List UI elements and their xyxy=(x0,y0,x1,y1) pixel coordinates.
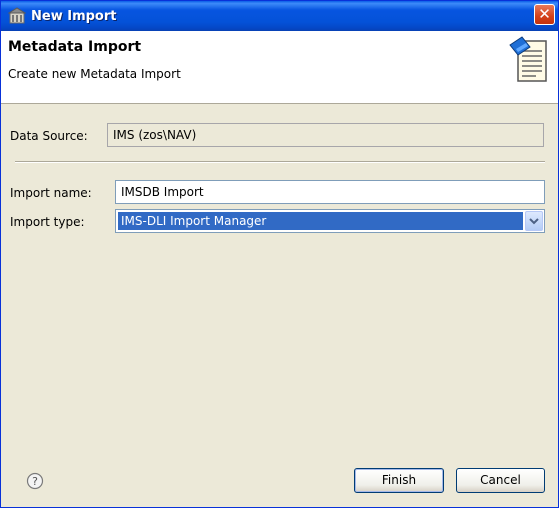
app-icon xyxy=(8,7,26,24)
title-bar[interactable]: New Import ✕ xyxy=(1,1,558,31)
metadata-document-icon xyxy=(509,36,547,82)
help-icon[interactable]: ? xyxy=(26,472,44,490)
import-type-label: Import type: xyxy=(10,215,85,229)
import-name-label: Import name: xyxy=(10,186,92,200)
chevron-down-icon xyxy=(529,218,539,225)
header-banner: Metadata Import Create new Metadata Impo… xyxy=(1,31,558,104)
data-source-label: Data Source: xyxy=(10,129,88,143)
import-type-selected-value: IMS-DLI Import Manager xyxy=(118,212,523,230)
page-title: Metadata Import xyxy=(8,39,142,55)
cancel-button[interactable]: Cancel xyxy=(456,468,545,493)
new-import-dialog: New Import ✕ Metadata Import Create new … xyxy=(0,0,559,508)
finish-button[interactable]: Finish xyxy=(354,468,444,493)
separator xyxy=(15,161,545,163)
import-name-input[interactable]: IMSDB Import xyxy=(115,180,545,204)
window-title: New Import xyxy=(31,8,117,24)
data-source-field: IMS (zos\NAV) xyxy=(107,123,544,147)
dropdown-button[interactable] xyxy=(525,211,543,231)
import-type-select[interactable]: IMS-DLI Import Manager xyxy=(115,209,545,233)
help-symbol: ? xyxy=(32,475,38,488)
close-button[interactable]: ✕ xyxy=(534,4,555,25)
page-description: Create new Metadata Import xyxy=(8,67,181,81)
